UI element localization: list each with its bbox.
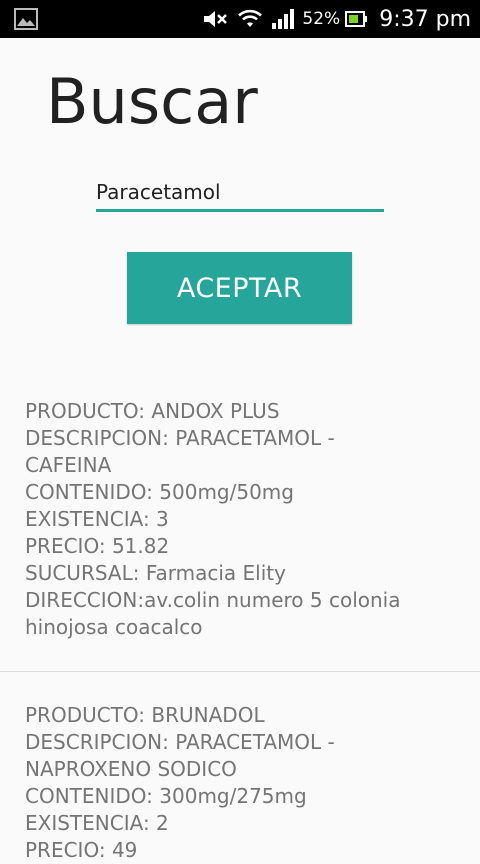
result-stock: EXISTENCIA: 2 — [25, 811, 169, 835]
result-address: DIRECCION:av.colin numero 5 colonia — [25, 588, 401, 612]
search-input[interactable] — [96, 175, 384, 212]
status-bar: 52% 9:37 pm — [0, 0, 480, 38]
result-branch: SUCURSAL: Farmacia Elity — [25, 561, 286, 585]
page-title: Buscar — [46, 65, 258, 138]
list-item[interactable]: PRODUCTO: ANDOX PLUS DESCRIPCION: PARACE… — [0, 398, 480, 641]
result-description-cont: CAFEINA — [25, 453, 112, 477]
result-description: DESCRIPCION: PARACETAMOL - — [25, 426, 335, 450]
result-content: CONTENIDO: 500mg/50mg — [25, 480, 294, 504]
result-address-cont: hinojosa coacalco — [25, 615, 203, 639]
battery-icon — [345, 10, 368, 28]
list-item[interactable]: PRODUCTO: BRUNADOL DESCRIPCION: PARACETA… — [0, 702, 480, 864]
result-product: PRODUCTO: ANDOX PLUS — [25, 399, 280, 423]
wifi-icon — [238, 9, 263, 29]
status-time: 9:37 pm — [379, 6, 471, 32]
result-price: PRECIO: 51.82 — [25, 534, 170, 558]
mute-icon — [202, 8, 228, 30]
accept-button[interactable]: ACEPTAR — [127, 252, 352, 324]
search-field-container — [96, 175, 384, 213]
result-price: PRECIO: 49 — [25, 838, 138, 862]
results-list[interactable]: PRODUCTO: ANDOX PLUS DESCRIPCION: PARACE… — [0, 398, 480, 864]
result-description-cont: NAPROXENO SODICO — [25, 757, 237, 781]
result-product: PRODUCTO: BRUNADOL — [25, 703, 265, 727]
result-description: DESCRIPCION: PARACETAMOL - — [25, 730, 335, 754]
result-content: CONTENIDO: 300mg/275mg — [25, 784, 307, 808]
result-stock: EXISTENCIA: 3 — [25, 507, 169, 531]
battery-percent: 52% — [302, 9, 341, 29]
gallery-icon — [14, 8, 38, 30]
list-divider — [0, 671, 480, 672]
signal-icon — [272, 9, 295, 29]
